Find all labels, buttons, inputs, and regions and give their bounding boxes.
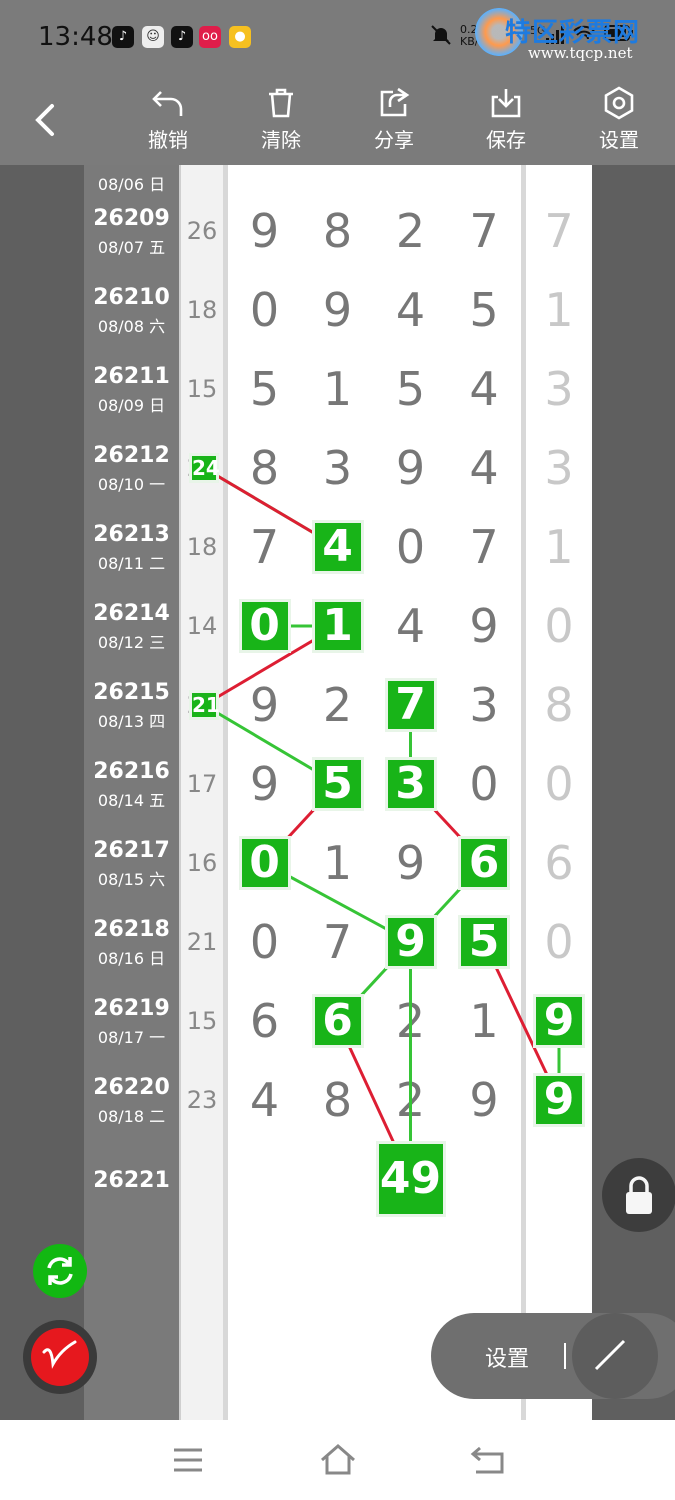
status-time: 13:48 bbox=[38, 22, 113, 52]
undo-icon bbox=[152, 91, 183, 116]
highlight-layer: 24 4 0 1 21 7 5 3 0 6 9 5 6 9 9 49 bbox=[0, 165, 675, 1420]
undo-button[interactable]: 撤销 bbox=[128, 82, 208, 160]
pill-settings-label[interactable]: 设置 bbox=[485, 1341, 529, 1373]
toolbar bbox=[0, 75, 675, 165]
download-icon bbox=[491, 89, 521, 118]
share-button[interactable]: 分享 bbox=[354, 82, 434, 160]
app-icon-tiktok: ♪ bbox=[112, 26, 134, 48]
menu-nav-button[interactable] bbox=[168, 1440, 208, 1480]
highlighted-number[interactable]: 1 bbox=[311, 599, 364, 653]
highlighted-number[interactable]: 5 bbox=[458, 915, 510, 969]
highlighted-number[interactable]: 0 bbox=[238, 836, 291, 890]
save-label: 保存 bbox=[486, 128, 526, 152]
line-tool-icon bbox=[594, 1339, 626, 1371]
pen-button[interactable] bbox=[23, 1320, 97, 1394]
back-button[interactable] bbox=[28, 100, 64, 140]
trash-icon bbox=[269, 88, 293, 118]
system-nav-bar bbox=[0, 1420, 675, 1500]
menu-icon bbox=[174, 1448, 202, 1472]
share-icon bbox=[380, 87, 410, 117]
return-icon bbox=[470, 1446, 504, 1474]
highlighted-number[interactable]: 24 bbox=[189, 453, 220, 483]
highlighted-number[interactable]: 49 bbox=[375, 1141, 446, 1217]
clear-label: 清除 bbox=[261, 128, 301, 152]
sync-icon bbox=[47, 1257, 73, 1285]
home-nav-button[interactable] bbox=[318, 1440, 358, 1480]
lock-button[interactable] bbox=[602, 1158, 675, 1232]
highlighted-number[interactable]: 3 bbox=[384, 757, 437, 811]
app-icon-avatar: ☺ bbox=[142, 26, 164, 48]
app-icon-chat: oo bbox=[199, 26, 221, 48]
watermark-url: www.tqcp.net bbox=[528, 44, 633, 62]
highlighted-number[interactable]: 5 bbox=[311, 757, 364, 811]
lock-icon bbox=[626, 1176, 652, 1214]
sync-button[interactable] bbox=[33, 1244, 87, 1298]
pen-icon bbox=[42, 1340, 77, 1369]
pill-separator bbox=[564, 1343, 566, 1369]
highlighted-number[interactable]: 4 bbox=[311, 520, 364, 574]
highlighted-number[interactable]: 21 bbox=[189, 690, 220, 720]
save-button[interactable]: 保存 bbox=[466, 82, 546, 160]
settings-button[interactable]: 设置 bbox=[579, 82, 659, 160]
app-icon-tiktok: ♪ bbox=[171, 26, 193, 48]
highlighted-number[interactable]: 9 bbox=[384, 915, 437, 969]
highlighted-number[interactable]: 6 bbox=[311, 994, 364, 1048]
undo-label: 撤销 bbox=[148, 128, 188, 152]
app-icon-sun: ● bbox=[229, 26, 251, 48]
highlighted-number[interactable]: 9 bbox=[533, 994, 585, 1048]
draw-line-button[interactable] bbox=[572, 1313, 658, 1399]
mute-icon bbox=[430, 24, 452, 51]
pen-button-inner bbox=[31, 1328, 89, 1386]
highlighted-number[interactable]: 0 bbox=[238, 599, 291, 653]
highlighted-number[interactable]: 6 bbox=[458, 836, 510, 890]
chevron-left-icon bbox=[35, 104, 54, 136]
gear-icon bbox=[604, 86, 634, 120]
clear-button[interactable]: 清除 bbox=[241, 82, 321, 160]
highlighted-number[interactable]: 9 bbox=[533, 1073, 585, 1127]
highlighted-number[interactable]: 7 bbox=[384, 678, 437, 732]
settings-label: 设置 bbox=[599, 128, 639, 152]
share-label: 分享 bbox=[374, 128, 414, 152]
status-bar: 13:48 ♪ ☺ ♪ oo ● 0.21 KB/s 5G 特区彩票网 www.… bbox=[0, 0, 675, 75]
home-icon bbox=[321, 1444, 355, 1475]
back-nav-button[interactable] bbox=[468, 1440, 508, 1480]
